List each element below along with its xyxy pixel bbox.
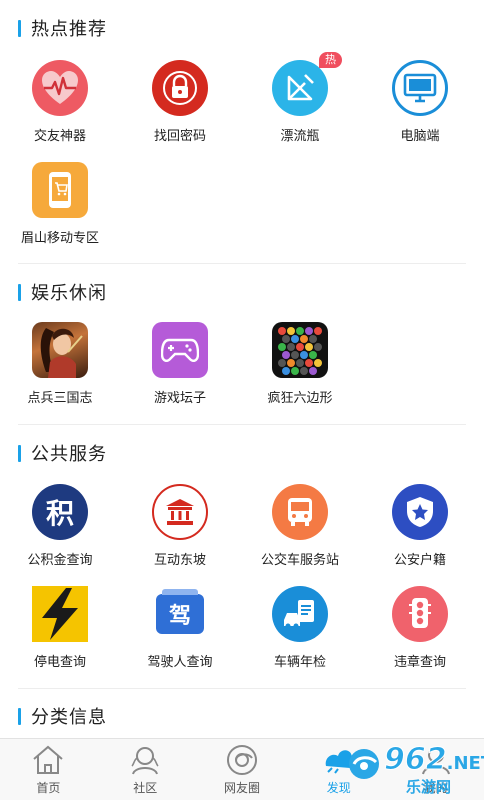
- app-label: 点兵三国志: [27, 390, 93, 405]
- app-label: 公交车服务站: [260, 552, 339, 567]
- section-header-classified: 分类信息: [18, 705, 466, 727]
- app-piaoliuping[interactable]: 热 漂流瓶: [240, 52, 360, 144]
- app-power-outage[interactable]: 停电查询: [0, 586, 120, 670]
- app-label: 漂流瓶: [280, 128, 320, 143]
- hot-grid: 交友神器 找回密码 热 漂流瓶 电脑端: [0, 52, 484, 144]
- section-title-public: 公共服务: [31, 444, 107, 464]
- lightning-icon: [32, 586, 88, 642]
- section-title-classified: 分类信息: [31, 707, 107, 727]
- friends-circle-icon: [226, 745, 257, 775]
- section-hot: 热点推荐: [0, 17, 484, 39]
- home-icon: [33, 745, 64, 774]
- app-youxi-tanzi[interactable]: 游戏坛子: [120, 322, 240, 406]
- tab-label: 社区: [133, 781, 158, 795]
- section-classified: 分类信息: [0, 705, 484, 727]
- section-header-entertainment: 娱乐休闲: [18, 281, 466, 303]
- public-grid-row-2: 停电查询 驾 驾驶人查询 车辆年检 违章查询: [0, 586, 484, 670]
- app-find-password[interactable]: 找回密码: [120, 60, 240, 144]
- bus-icon: [272, 484, 328, 540]
- community-icon: [131, 747, 159, 775]
- app-fund-query[interactable]: 积 公积金查询: [0, 484, 120, 568]
- section-header-hot: 热点推荐: [18, 17, 466, 39]
- app-label: 违章查询: [393, 654, 446, 669]
- fund-glyph: 积: [45, 497, 74, 530]
- app-dianbing-sanguozhi[interactable]: 点兵三国志: [0, 322, 120, 406]
- app-label: 交友神器: [33, 128, 86, 143]
- app-label: 疯狂六边形: [267, 390, 333, 405]
- app-label: 互动东坡: [153, 552, 206, 567]
- section-divider: [18, 263, 466, 264]
- car-inspection-icon: [272, 586, 328, 642]
- tab-label: 首页: [36, 781, 61, 795]
- app-violation-query[interactable]: 违章查询: [360, 586, 480, 670]
- watermark-brand: 962: [384, 742, 448, 778]
- section-title-entertainment: 娱乐休闲: [31, 283, 107, 303]
- section-accent-bar: [18, 444, 21, 462]
- tab-home[interactable]: 首页: [0, 739, 97, 800]
- section-entertainment: 娱乐休闲: [0, 281, 484, 303]
- app-label: 驾驶人查询: [147, 654, 213, 669]
- driver-license-icon: 驾: [152, 586, 208, 642]
- app-jiaoyou[interactable]: 交友神器: [0, 60, 120, 144]
- app-label: 公积金查询: [27, 552, 93, 567]
- phone-cart-icon: [32, 162, 88, 218]
- section-header-public: 公共服务: [18, 442, 466, 464]
- tab-community[interactable]: 社区: [97, 739, 194, 800]
- site-watermark: 962 .NET 乐游网: [346, 740, 484, 796]
- driver-glyph: 驾: [168, 604, 191, 629]
- section-accent-bar: [18, 707, 21, 725]
- app-label: 眉山移动专区: [20, 230, 99, 245]
- watermark-logo-icon: [349, 749, 379, 779]
- app-vehicle-inspection[interactable]: 车辆年检: [240, 586, 360, 670]
- tab-friends-circle[interactable]: 网友圈: [194, 739, 291, 800]
- section-divider: [18, 424, 466, 425]
- app-bus-service[interactable]: 公交车服务站: [240, 484, 360, 568]
- section-title-hot: 热点推荐: [31, 19, 107, 39]
- watermark-suffix: .NET: [446, 753, 484, 774]
- hot-grid-row-2: 眉山移动专区: [0, 162, 484, 246]
- app-label: 车辆年检: [273, 654, 326, 669]
- section-accent-bar: [18, 19, 21, 37]
- app-desktop[interactable]: 电脑端: [360, 60, 480, 144]
- watermark-site: 乐游网: [406, 779, 452, 796]
- app-meishan-mobile[interactable]: 眉山移动专区: [0, 162, 120, 246]
- app-police-registry[interactable]: 公安户籍: [360, 484, 480, 568]
- game-character-icon: [32, 322, 88, 378]
- monitor-icon: [392, 60, 448, 116]
- gamepad-icon: [152, 322, 208, 378]
- app-driver-query[interactable]: 驾 驾驶人查询: [120, 586, 240, 670]
- app-label: 找回密码: [153, 128, 206, 143]
- app-label: 公安户籍: [393, 552, 446, 567]
- compass-ruler-icon: [272, 60, 328, 116]
- section-divider: [18, 688, 466, 689]
- police-badge-icon: [392, 484, 448, 540]
- app-fengkuang-liubianxing[interactable]: 疯狂六边形: [240, 322, 360, 406]
- lock-icon: [152, 60, 208, 116]
- section-public: 公共服务: [0, 442, 484, 464]
- hot-badge: 热: [319, 52, 342, 68]
- tab-label: 网友圈: [223, 781, 260, 795]
- app-hudong-dongpo[interactable]: 互动东坡: [120, 484, 240, 568]
- app-label: 游戏坛子: [153, 390, 206, 405]
- public-grid: 积 公积金查询 互动东坡 公交车服务站 公安户籍: [0, 484, 484, 568]
- section-accent-bar: [18, 283, 21, 301]
- traffic-light-icon: [392, 586, 448, 642]
- app-label: 停电查询: [33, 654, 86, 669]
- temple-icon: [152, 484, 208, 540]
- hexagon-puzzle-icon: [272, 322, 328, 378]
- heartbeat-icon: [32, 60, 88, 116]
- entertainment-grid: 点兵三国志 游戏坛子 疯狂六边形: [0, 322, 484, 406]
- app-label: 电脑端: [400, 128, 440, 143]
- fund-icon: 积: [32, 484, 88, 540]
